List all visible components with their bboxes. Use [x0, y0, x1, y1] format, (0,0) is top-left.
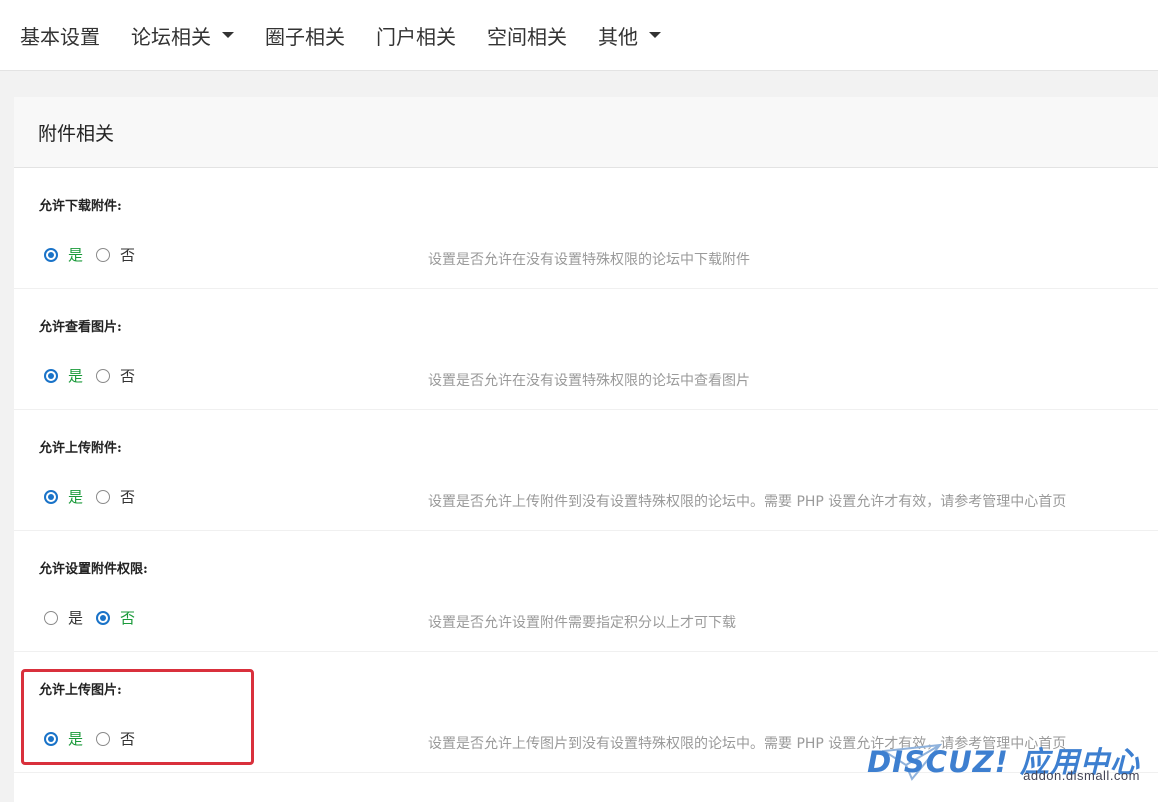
radio-yes[interactable]: 是: [44, 607, 83, 628]
radio-no-label: 否: [120, 609, 136, 627]
nav-item-portal[interactable]: 门户相关: [376, 21, 456, 50]
radio-yes-label: 是: [68, 367, 84, 385]
caret-down-icon: [222, 32, 234, 38]
radio-button-icon[interactable]: [44, 489, 58, 504]
nav-item-forum[interactable]: 论坛相关: [131, 21, 234, 50]
nav-item-label: 基本设置: [20, 24, 100, 49]
nav-item-basic[interactable]: 基本设置: [20, 21, 100, 50]
radio-yes-label: 是: [68, 488, 84, 506]
radio-button-icon[interactable]: [96, 610, 111, 625]
top-nav: 基本设置 论坛相关 圈子相关 门户相关 空间相关 其他: [0, 0, 1158, 71]
setting-description: 设置是否允许设置附件需要指定积分以上才可下载: [428, 615, 736, 631]
nav-item-other[interactable]: 其他: [598, 21, 661, 50]
highlight-annotation-box: [21, 669, 254, 765]
setting-label: 允许下载附件:: [39, 199, 122, 214]
setting-row-allow-download: 允许下载附件: 是 否 设置是否允许在没有设置特殊权限的论坛中下载附件: [14, 168, 1158, 289]
setting-row-allow-upload-attachment: 允许上传附件: 是 否 设置是否允许上传附件到没有设置特殊权限的论坛中。需要 P…: [14, 410, 1158, 531]
radio-group: 是 否: [44, 365, 148, 386]
setting-label: 允许上传附件:: [39, 441, 122, 456]
radio-button-icon[interactable]: [96, 368, 111, 383]
setting-description: 设置是否允许上传附件到没有设置特殊权限的论坛中。需要 PHP 设置允许才有效，请…: [428, 494, 1067, 510]
radio-yes[interactable]: 是: [44, 244, 83, 265]
radio-button-icon[interactable]: [44, 368, 58, 383]
radio-no[interactable]: 否: [96, 244, 135, 265]
radio-group: 是 否: [44, 486, 148, 507]
caret-down-icon: [649, 32, 661, 38]
panel-title: 附件相关: [14, 97, 1158, 168]
nav-item-label: 论坛相关: [131, 24, 211, 49]
nav-item-label: 其他: [598, 24, 638, 49]
nav-item-group[interactable]: 圈子相关: [265, 21, 345, 50]
radio-no[interactable]: 否: [96, 365, 135, 386]
radio-yes-label: 是: [68, 609, 84, 627]
watermark-site: addon.dismall.com: [1023, 768, 1140, 783]
radio-no[interactable]: 否: [96, 486, 135, 507]
radio-group: 是 否: [44, 244, 148, 265]
radio-no-label: 否: [120, 488, 136, 506]
setting-description: 设置是否允许在没有设置特殊权限的论坛中查看图片: [428, 373, 750, 389]
radio-button-icon[interactable]: [96, 489, 111, 504]
radio-yes-label: 是: [68, 246, 84, 264]
radio-button-icon[interactable]: [44, 610, 58, 625]
radio-button-icon[interactable]: [44, 247, 58, 262]
radio-no[interactable]: 否: [96, 607, 135, 628]
radio-button-icon[interactable]: [96, 247, 111, 262]
nav-item-space[interactable]: 空间相关: [487, 21, 567, 50]
radio-group: 是 否: [44, 607, 148, 628]
radio-no-label: 否: [120, 246, 136, 264]
setting-row-allow-attachment-permission: 允许设置附件权限: 是 否 设置是否允许设置附件需要指定积分以上才可下载: [14, 531, 1158, 652]
nav-item-label: 空间相关: [487, 24, 567, 49]
radio-yes[interactable]: 是: [44, 365, 83, 386]
nav-item-label: 圈子相关: [265, 24, 345, 49]
nav-item-label: 门户相关: [376, 24, 456, 49]
setting-row-allow-view-image: 允许查看图片: 是 否 设置是否允许在没有设置特殊权限的论坛中查看图片: [14, 289, 1158, 410]
radio-yes[interactable]: 是: [44, 486, 83, 507]
setting-description: 设置是否允许在没有设置特殊权限的论坛中下载附件: [428, 252, 750, 268]
radio-no-label: 否: [120, 367, 136, 385]
setting-label: 允许查看图片:: [39, 320, 122, 335]
watermark: DISCUZ! 应用中心 addon.dismall.com: [842, 737, 1142, 787]
setting-label: 允许设置附件权限:: [39, 562, 148, 577]
